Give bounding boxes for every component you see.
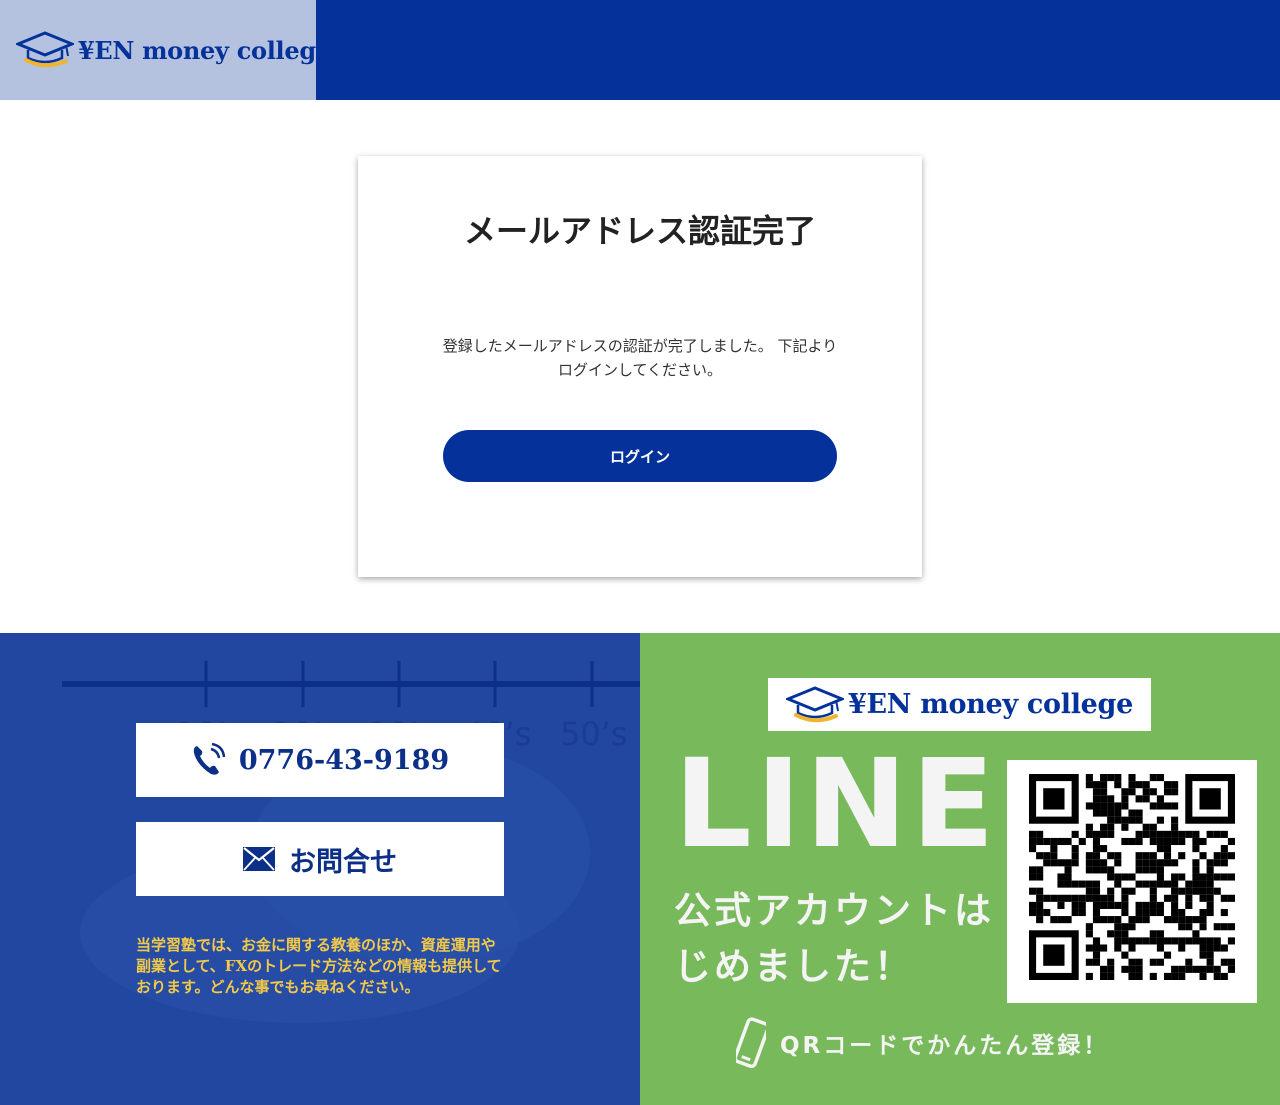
footer-description: 当学習塾では、お金に関する教養のほか、資産運用や副業として、FXのトレード方法な… (136, 936, 502, 996)
phone-number: 0776-43-9189 (238, 744, 450, 776)
line-subheading: 公式アカウントはじめました！ (674, 889, 994, 988)
contact-label: お問合せ (289, 846, 397, 878)
line-logo-text: ¥EN money college (847, 689, 1134, 720)
contact-section: 10’s 20’s 30’s 40’s 50’s 0776-43-9189 お問… (0, 633, 640, 1105)
mail-icon (243, 847, 275, 871)
line-panel-logo: ¥EN money college (768, 678, 1151, 731)
login-button[interactable]: ログイン (443, 430, 837, 482)
contact-button[interactable]: お問合せ (136, 822, 504, 896)
header-logo-area[interactable]: ¥EN money college (0, 0, 331, 100)
graduation-cap-icon (16, 31, 74, 68)
verification-message: 登録したメールアドレスの認証が完了しました。 下記よりログインしてください。 (442, 337, 838, 379)
phone-button[interactable]: 0776-43-9189 (136, 723, 504, 797)
timeline-label: 50’s (560, 715, 628, 753)
qr-caption-text: QRコードでかんたん登録！ (780, 1033, 1110, 1059)
phone-icon (193, 743, 225, 775)
qr-caption: QRコードでかんたん登録！ (736, 1017, 1109, 1069)
site-logo[interactable]: ¥EN money college (0, 30, 331, 70)
line-heading: LINE (674, 733, 999, 875)
logo-text: ¥EN money college (78, 35, 331, 65)
line-qr-code[interactable] (1007, 760, 1257, 1003)
line-section[interactable]: ¥EN money college LINE 公式アカウントはじめました！ QR… (640, 633, 1280, 1105)
site-header: ¥EN money college (0, 0, 1280, 100)
graduation-cap-icon (785, 685, 844, 722)
qr-code-icon (1029, 774, 1235, 980)
page-title: メールアドレス認証完了 (463, 212, 816, 250)
smartphone-icon (736, 1017, 766, 1069)
